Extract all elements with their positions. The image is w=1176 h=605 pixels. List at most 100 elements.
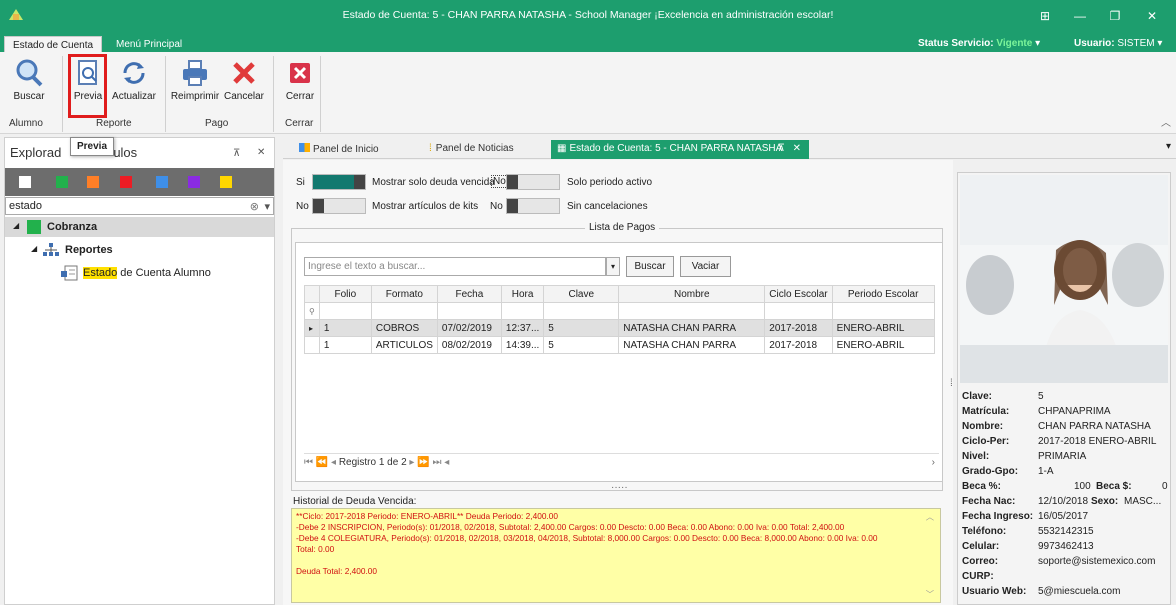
- swatch-orange[interactable]: [87, 176, 99, 188]
- tree-node-cobranza[interactable]: ◢ Cobranza: [5, 217, 274, 237]
- collapse-ribbon-icon[interactable]: ︿: [1161, 114, 1171, 129]
- historial-deuda-box[interactable]: **Ciclo: 2017-2018 Periodo: ENERO-ABRIL*…: [291, 508, 941, 603]
- tab-panel-inicio-label: Panel de Inicio: [313, 144, 379, 155]
- toggle-deuda-si-text: Si: [296, 177, 305, 188]
- swatch-red[interactable]: [120, 176, 132, 188]
- beca-amt-value: 0: [1162, 481, 1168, 492]
- close-window-button[interactable]: ✕: [1140, 6, 1164, 26]
- status-servicio-value: Vigente: [996, 38, 1033, 49]
- dashboard-icon: [299, 143, 310, 152]
- close-tab-icon[interactable]: ✕: [793, 143, 801, 154]
- cerrar-label: Cerrar: [285, 91, 315, 102]
- historial-line: Total: 0.00: [296, 544, 335, 554]
- scroll-right-icon[interactable]: ›: [932, 457, 935, 468]
- pin-icon[interactable]: ⊼: [233, 148, 240, 159]
- chevron-down-icon[interactable]: ▾: [606, 257, 620, 276]
- sexo-value: MASC...: [1124, 496, 1162, 507]
- tree-node-reportes[interactable]: ◢ Reportes: [5, 240, 274, 260]
- historial-line: -Debe 4 COLEGIATURA, Periodo(s): 01/2018…: [296, 533, 878, 543]
- nivel-label: Nivel:: [962, 451, 990, 462]
- tab-panel-inicio[interactable]: Panel de Inicio: [293, 140, 385, 159]
- cancelar-button[interactable]: Cancelar: [222, 56, 266, 114]
- splitter-grip[interactable]: ·····: [611, 482, 628, 493]
- pager-next-last-icon[interactable]: ▸ ⏩ ⏭ ◂: [409, 457, 449, 468]
- scroll-down-icon[interactable]: ﹀: [926, 589, 934, 600]
- col-hora[interactable]: Hora: [500, 285, 545, 303]
- pin-icon[interactable]: ⊼: [778, 143, 785, 154]
- nombre-value: CHAN PARRA NATASHA: [1038, 421, 1151, 432]
- sin-cancelaciones-toggle[interactable]: [506, 198, 560, 214]
- swatch-white[interactable]: [19, 176, 31, 188]
- vertical-splitter-grip[interactable]: ⁞: [950, 378, 953, 389]
- tab-panel-noticias[interactable]: ⁞ Panel de Noticias: [423, 140, 520, 159]
- pagos-search-input[interactable]: Ingrese el texto a buscar...: [304, 257, 606, 276]
- scroll-up-icon[interactable]: ︿: [926, 512, 934, 523]
- pagos-buscar-button[interactable]: Buscar: [626, 256, 674, 277]
- curp-label: CURP:: [962, 571, 994, 582]
- tabs-overflow-icon[interactable]: ▾: [1166, 141, 1171, 152]
- tab-menu-principal[interactable]: Menú Principal: [108, 36, 190, 53]
- group-label-pago: Pago: [205, 118, 229, 129]
- clear-filter-icon[interactable]: ⊗: [250, 200, 259, 213]
- table-row[interactable]: 1 ARTICULOS 08/02/2019 14:39... 5 NATASH…: [304, 336, 935, 354]
- tab-estado-de-cuenta[interactable]: Estado de Cuenta: [4, 36, 103, 53]
- chevron-down-icon[interactable]: ▾: [264, 200, 270, 213]
- celular-label: Celular:: [962, 541, 1000, 552]
- buscar-button[interactable]: Buscar: [8, 56, 50, 114]
- col-clave[interactable]: Clave: [543, 285, 620, 303]
- periodo-activo-toggle[interactable]: [506, 174, 560, 190]
- reimprimir-button[interactable]: Reimprimir: [170, 56, 220, 114]
- group-separator: [320, 56, 321, 132]
- tab-panel-noticias-label: Panel de Noticias: [435, 143, 514, 154]
- row-pointer-icon: ▸: [304, 319, 320, 337]
- filter-funnel-icon: ⚲: [304, 302, 320, 320]
- pager-first-prev-icon[interactable]: ⏮ ⏪ ◂: [304, 457, 336, 468]
- swatch-green[interactable]: [56, 176, 68, 188]
- expand-arrow-icon[interactable]: ◢: [31, 244, 37, 253]
- deuda-vencida-toggle[interactable]: [312, 174, 366, 190]
- cancelar-label: Cancelar: [223, 91, 265, 102]
- historial-title: Historial de Deuda Vencida:: [293, 496, 417, 507]
- periodo-activo-label: Solo periodo activo: [567, 177, 653, 188]
- swatch-purple[interactable]: [188, 176, 200, 188]
- swatch-blue[interactable]: [156, 176, 168, 188]
- actualizar-button[interactable]: Actualizar: [110, 56, 158, 114]
- module-filter-input[interactable]: estado ⊗ ▾: [5, 197, 274, 215]
- group-label-alumno: Alumno: [9, 118, 43, 129]
- usuario-menu[interactable]: Usuario: SISTEM ▾: [1074, 38, 1162, 49]
- search-match-highlight: Estado: [83, 267, 118, 279]
- filter-row[interactable]: ⚲: [304, 302, 935, 320]
- cerrar-button[interactable]: Cerrar: [283, 56, 317, 114]
- restore-layout-icon[interactable]: ⊞: [1033, 6, 1057, 26]
- pagos-grid-box: [295, 242, 943, 482]
- col-folio[interactable]: Folio: [318, 285, 372, 303]
- articulos-kits-toggle[interactable]: [312, 198, 366, 214]
- usuario-web-label: Usuario Web:: [962, 586, 1027, 597]
- col-fecha[interactable]: Fecha: [436, 285, 502, 303]
- col-ciclo-escolar[interactable]: Ciclo Escolar: [764, 285, 833, 303]
- expand-arrow-icon[interactable]: ◢: [13, 221, 19, 230]
- status-servicio[interactable]: Status Servicio: Vigente ▾: [918, 38, 1040, 49]
- table-row[interactable]: ▸ 1 COBROS 07/02/2019 12:37... 5 NATASHA…: [304, 319, 935, 337]
- sin-cancelaciones-label: Sin cancelaciones: [567, 201, 648, 212]
- maximize-button[interactable]: ❐: [1103, 6, 1127, 26]
- swatch-yellow[interactable]: [220, 176, 232, 188]
- usuario-label: Usuario:: [1074, 38, 1115, 49]
- tab-estado-cuenta[interactable]: ▦ Estado de Cuenta: 5 - CHAN PARRA NATASH…: [551, 140, 809, 159]
- ciclo-per-label: Ciclo-Per:: [962, 436, 1010, 447]
- tree-node-estado-cuenta-alumno[interactable]: Estado de Cuenta Alumno: [5, 263, 274, 283]
- pager-label: Registro 1 de 2: [338, 457, 407, 468]
- minimize-button[interactable]: —: [1068, 6, 1092, 26]
- group-separator: [165, 56, 166, 132]
- pagos-vaciar-button[interactable]: Vaciar: [680, 256, 731, 277]
- col-nombre[interactable]: Nombre: [618, 285, 766, 303]
- telefono-label: Teléfono:: [962, 526, 1007, 537]
- historial-line: **Ciclo: 2017-2018 Periodo: ENERO-ABRIL*…: [296, 511, 558, 521]
- title-bar: Estado de Cuenta: 5 - CHAN PARRA NATASHA…: [0, 0, 1176, 32]
- close-panel-icon[interactable]: ✕: [257, 147, 265, 158]
- col-formato[interactable]: Formato: [370, 285, 438, 303]
- reimprimir-label: Reimprimir: [170, 91, 220, 102]
- color-filter-bar: [5, 168, 274, 196]
- sexo-label: Sexo:: [1091, 496, 1119, 507]
- col-periodo-escolar[interactable]: Periodo Escolar: [831, 285, 935, 303]
